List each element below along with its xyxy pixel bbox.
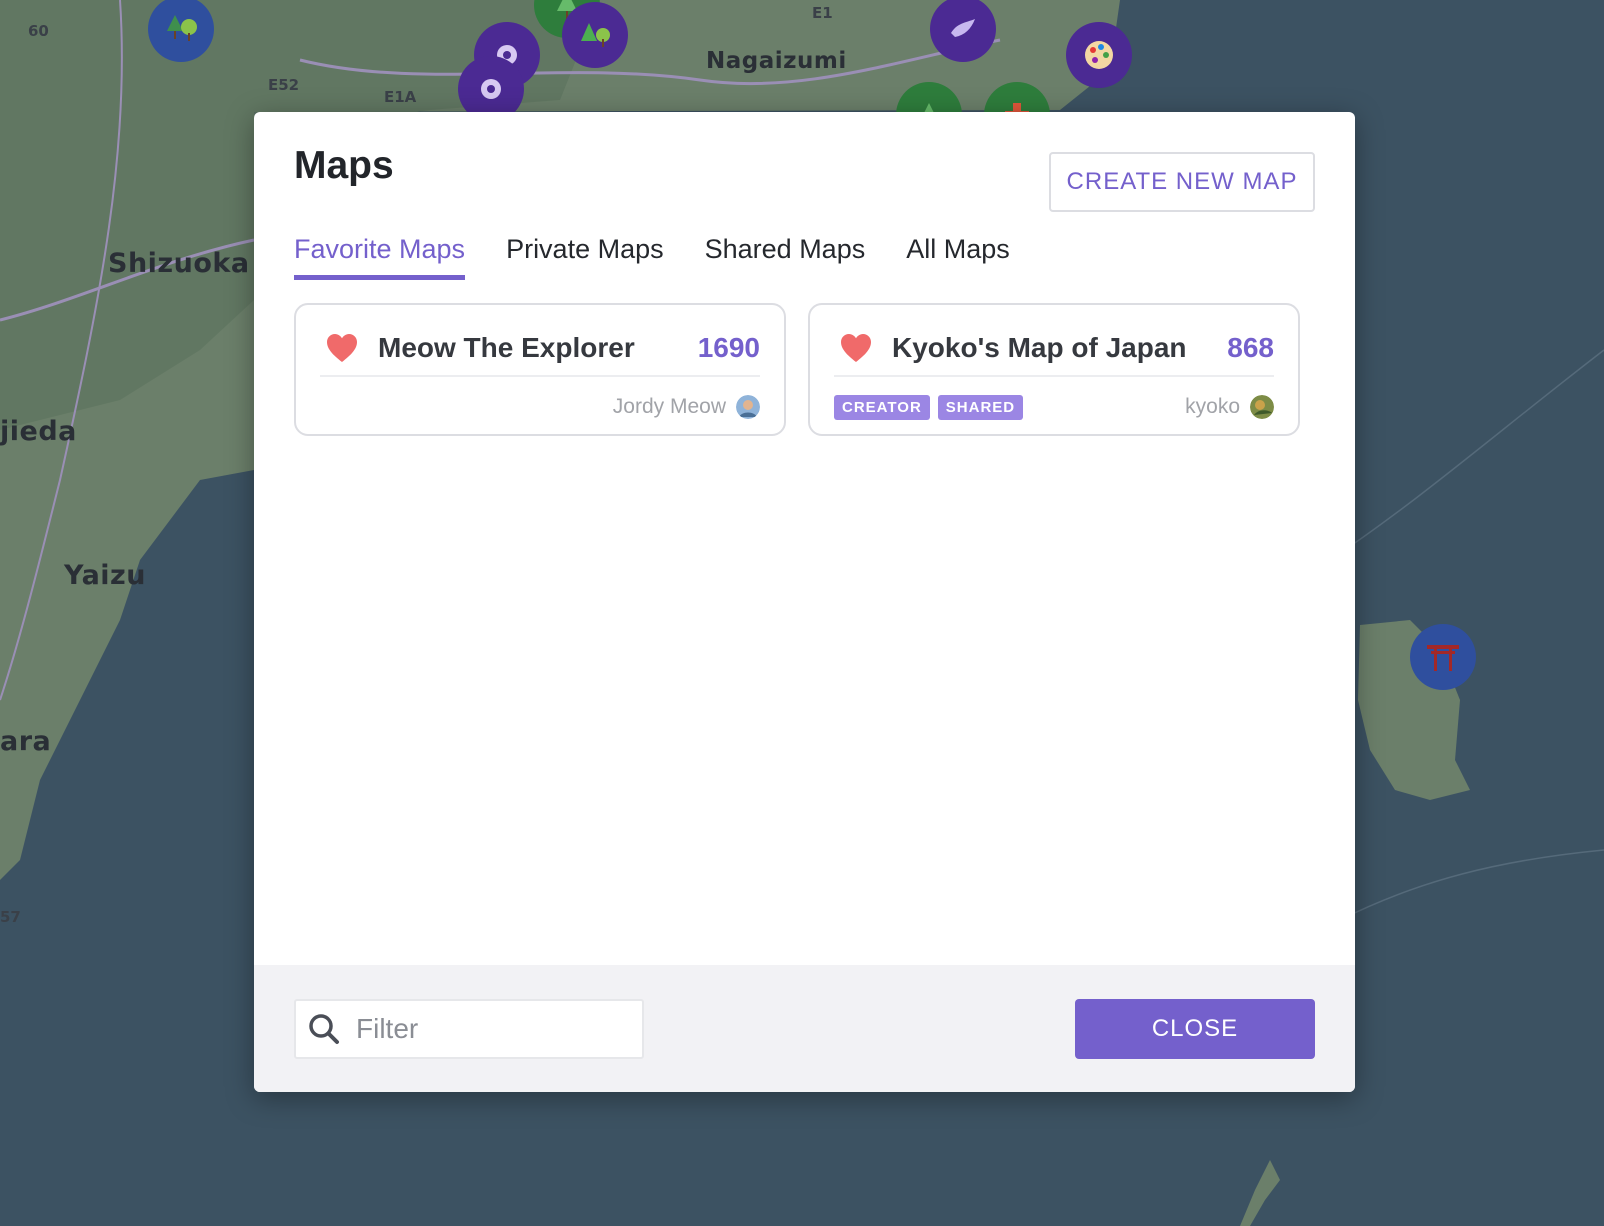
map-place-label: jieda <box>0 416 77 447</box>
tab-private-maps[interactable]: Private Maps <box>506 234 664 280</box>
map-road-label: E1 <box>812 4 833 22</box>
map-card-title: Kyoko's Map of Japan <box>892 332 1187 363</box>
filter-field[interactable] <box>294 999 644 1059</box>
map-place-label: Nagaizumi <box>706 48 847 74</box>
map-marker[interactable] <box>1410 624 1476 690</box>
tree-icon <box>167 15 197 41</box>
owner-name: Jordy Meow <box>612 395 726 418</box>
map-card-header: Kyoko's Map of Japan 868 <box>834 321 1274 377</box>
map-card-footer: Jordy Meow <box>320 393 760 421</box>
tab-shared-maps[interactable]: Shared Maps <box>705 234 866 280</box>
map-place-label: Shizuoka <box>108 248 250 279</box>
badge-list: CREATOR SHARED <box>834 394 1185 420</box>
map-place-label: Yaizu <box>64 560 146 591</box>
flower-icon <box>481 79 501 99</box>
map-road-label: E1A <box>384 88 417 106</box>
map-marker[interactable] <box>1066 22 1132 88</box>
owner-name: kyoko <box>1185 395 1240 418</box>
create-new-map-button[interactable]: CREATE NEW MAP <box>1049 152 1315 212</box>
map-card-footer: CREATOR SHARED kyoko <box>834 393 1274 421</box>
maps-dialog: Maps CREATE NEW MAP Favorite Maps Privat… <box>254 112 1355 1092</box>
close-button[interactable]: CLOSE <box>1075 999 1315 1059</box>
map-road-label: 57 <box>0 908 21 926</box>
map-tabs: Favorite Maps Private Maps Shared Maps A… <box>294 234 1010 280</box>
bird-icon <box>951 19 975 37</box>
map-owner: kyoko <box>1185 395 1274 419</box>
map-road-label: E52 <box>268 76 300 94</box>
tree-icon <box>581 23 610 47</box>
heart-icon[interactable] <box>326 333 358 363</box>
avatar <box>1250 395 1274 419</box>
map-card[interactable]: Meow The Explorer 1690 Jordy Meow <box>294 303 786 436</box>
creator-badge: CREATOR <box>834 394 930 420</box>
dialog-title: Maps <box>294 144 394 187</box>
map-card-title: Meow The Explorer <box>378 332 635 363</box>
map-card-list: Meow The Explorer 1690 Jordy Meow Kyoko'… <box>294 303 1300 436</box>
avatar <box>736 395 760 419</box>
map-marker[interactable] <box>562 2 628 68</box>
map-owner: Jordy Meow <box>613 395 760 419</box>
dialog-footer: CLOSE <box>254 965 1355 1092</box>
palette-icon <box>1085 41 1113 69</box>
tab-all-maps[interactable]: All Maps <box>906 234 1010 280</box>
map-card-count: 868 <box>1227 332 1274 363</box>
map-card-count: 1690 <box>697 332 760 363</box>
tab-favorite-maps[interactable]: Favorite Maps <box>294 234 466 280</box>
filter-input[interactable] <box>356 1013 616 1045</box>
map-card[interactable]: Kyoko's Map of Japan 868 CREATOR SHARED … <box>808 303 1300 436</box>
map-card-header: Meow The Explorer 1690 <box>320 321 760 377</box>
heart-icon[interactable] <box>840 333 872 363</box>
shared-badge: SHARED <box>937 394 1024 420</box>
search-icon <box>309 1014 339 1044</box>
map-road-label: 60 <box>28 22 49 40</box>
map-place-label: ara <box>0 726 52 757</box>
torii-icon <box>1427 645 1459 671</box>
